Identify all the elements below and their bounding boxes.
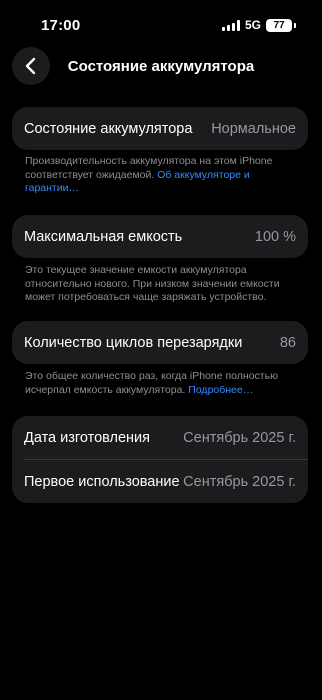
max-capacity-label: Максимальная емкость <box>24 228 183 245</box>
max-capacity-value: 100 % <box>254 228 296 245</box>
cycle-count-value: 86 <box>279 334 296 351</box>
battery-state-value: Нормальное <box>211 120 296 137</box>
battery-state-card: Состояние аккумулятора Нормальное <box>12 107 308 150</box>
cycle-count-row: Количество циклов перезарядки 86 <box>12 321 308 364</box>
manufacture-date-row: Дата изготовления Сентябрь 2025 г. <box>12 416 308 459</box>
max-capacity-card: Максимальная емкость 100 % <box>12 215 308 258</box>
status-indicators: 5G 77 <box>221 18 296 32</box>
status-bar: 17:00 5G 77 <box>0 0 322 50</box>
max-capacity-row: Максимальная емкость 100 % <box>12 215 308 258</box>
first-use-value: Сентябрь 2025 г. <box>183 473 296 490</box>
battery-icon: 77 <box>266 18 292 32</box>
back-button[interactable] <box>12 47 50 85</box>
cellular-signal-icon <box>221 19 240 31</box>
cycle-count-label: Количество циклов перезарядки <box>24 334 243 351</box>
manufacture-date-label: Дата изготовления <box>24 429 150 446</box>
manufacture-date-value: Сентябрь 2025 г. <box>183 429 296 446</box>
first-use-row: Первое использование Сентябрь 2025 г. <box>12 460 308 503</box>
status-time: 17:00 <box>41 17 81 34</box>
battery-state-row: Состояние аккумулятора Нормальное <box>12 107 308 150</box>
battery-state-footnote: Производительность аккумулятора на этом … <box>25 155 305 196</box>
max-capacity-footnote: Это текущее значение емкости аккумулятор… <box>25 264 280 303</box>
battery-level: 77 <box>273 19 285 31</box>
network-type: 5G <box>244 18 261 32</box>
battery-cap <box>294 22 296 28</box>
battery-state-label: Состояние аккумулятора <box>24 120 193 137</box>
chevron-left-icon <box>25 57 36 75</box>
cycle-count-card: Количество циклов перезарядки 86 <box>12 321 308 364</box>
page-title: Состояние аккумулятора <box>67 58 255 75</box>
dates-card: Дата изготовления Сентябрь 2025 г. Перво… <box>12 416 308 503</box>
first-use-label: Первое использование <box>24 473 180 490</box>
cycle-count-footnote: Это общее количество раз, когда iPhone п… <box>25 370 305 397</box>
cycle-count-more-link[interactable]: Подробнее… <box>188 384 253 396</box>
